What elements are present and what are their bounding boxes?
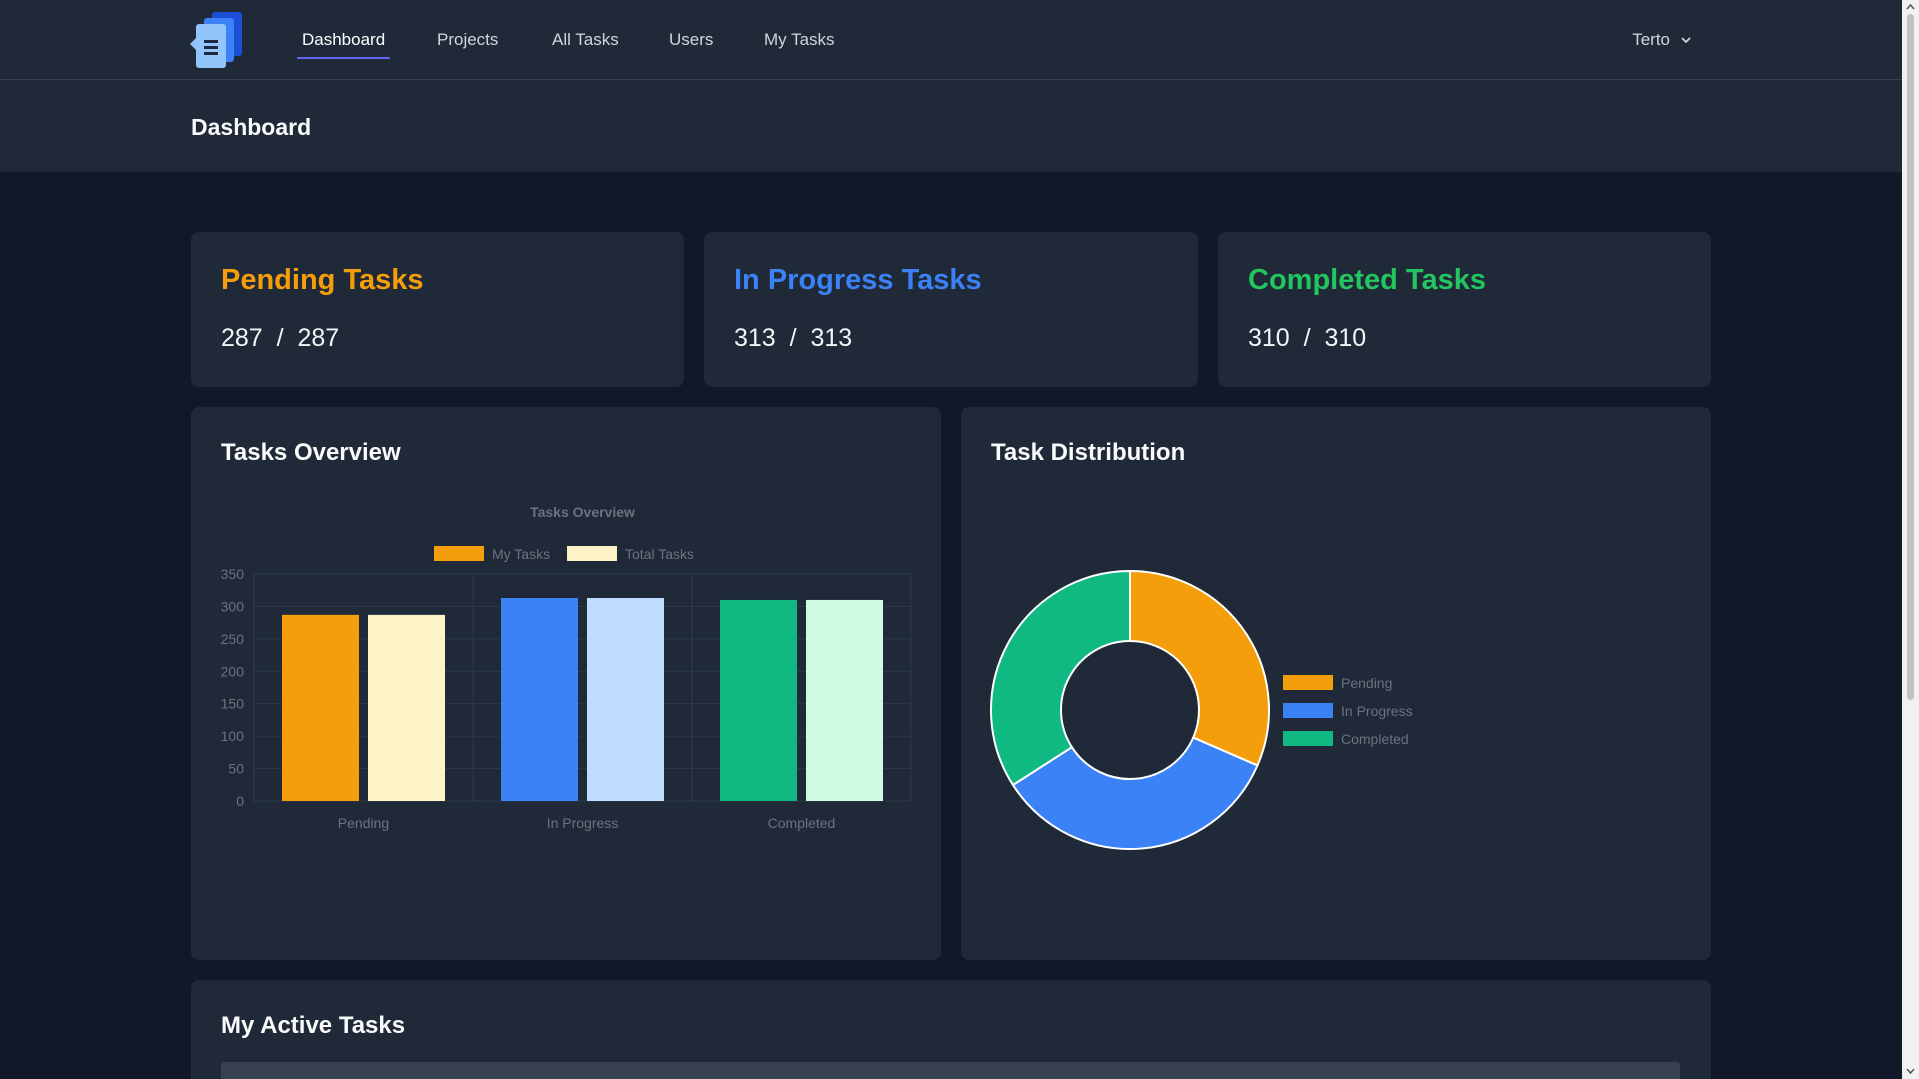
app-logo-icon[interactable] [190,10,248,70]
legend-label: My Tasks [492,546,550,562]
y-tick-label: 350 [221,566,245,582]
page-header: Dashboard [0,80,1902,172]
stat-title: Pending Tasks [221,264,424,296]
donut-slice [1129,569,1270,767]
card-title: My Active Tasks [221,1012,406,1039]
legend-label: Total Tasks [625,546,694,562]
top-navbar: Dashboard Projects All Tasks Users My Ta… [0,0,1902,80]
nav-link-all-tasks[interactable]: All Tasks [552,30,619,50]
y-tick-label: 50 [228,761,244,777]
nav-link-users[interactable]: Users [669,30,713,50]
page-scrollbar[interactable] [1902,0,1919,1079]
scroll-down-icon[interactable] [1906,1068,1915,1075]
bar [587,597,664,801]
scroll-up-icon[interactable] [1906,3,1915,10]
y-tick-label: 0 [236,793,244,809]
stat-value: 287 / 287 [221,324,340,352]
page-title: Dashboard [191,114,312,140]
legend-swatch [1283,703,1333,718]
chevron-down-icon [1681,37,1691,44]
stat-value: 310 / 310 [1248,324,1367,352]
bar [368,614,445,801]
active-tasks-card: My Active Tasks [191,980,1711,1079]
y-tick-label: 200 [221,663,245,679]
x-tick-label: Completed [768,815,836,831]
legend-swatch [567,546,617,561]
task-distribution-chart: Pending In Progress Completed [990,569,1413,850]
task-distribution-card: Task Distribution Pending In Progress Comp… [961,407,1711,960]
stat-card-in-progress: In Progress Tasks 313 / 313 [704,232,1198,387]
stat-card-pending: Pending Tasks 287 / 287 [191,232,684,387]
bar [501,597,578,801]
user-name: Terto [1632,30,1670,49]
nav-link-dashboard[interactable]: Dashboard [296,30,391,59]
y-tick-label: 250 [221,631,245,647]
stat-title: In Progress Tasks [734,264,982,296]
nav-link-my-tasks[interactable]: My Tasks [764,30,835,50]
x-tick-label: In Progress [547,815,619,831]
chart-title: Tasks Overview [530,504,635,520]
y-tick-label: 150 [221,696,245,712]
tasks-overview-chart: Tasks Overview My Tasks Total Tasks 0 50 100 1… [221,504,912,831]
tasks-overview-card: Tasks Overview Tasks Overview My Tasks Tot… [191,407,941,960]
table-header [221,1062,1680,1079]
stat-card-completed: Completed Tasks 310 / 310 [1218,232,1711,387]
scroll-thumb[interactable] [1907,14,1914,700]
stat-value: 313 / 313 [734,324,853,352]
bar [806,599,883,801]
legend-swatch [434,546,484,561]
legend-label: Pending [1341,675,1392,691]
y-tick-label: 100 [221,728,245,744]
bar [282,614,359,801]
legend-label: Completed [1341,731,1409,747]
donut-slice [990,569,1131,787]
nav-link-projects[interactable]: Projects [437,30,498,50]
page: Dashboard Projects All Tasks Users My Ta… [0,0,1919,1079]
y-tick-label: 300 [221,598,245,614]
legend-swatch [1283,675,1333,690]
legend-swatch [1283,731,1333,746]
bar [720,599,797,801]
user-menu[interactable]: Terto [1632,30,1692,50]
stat-title: Completed Tasks [1248,264,1486,296]
x-tick-label: Pending [338,815,389,831]
legend-label: In Progress [1341,703,1413,719]
